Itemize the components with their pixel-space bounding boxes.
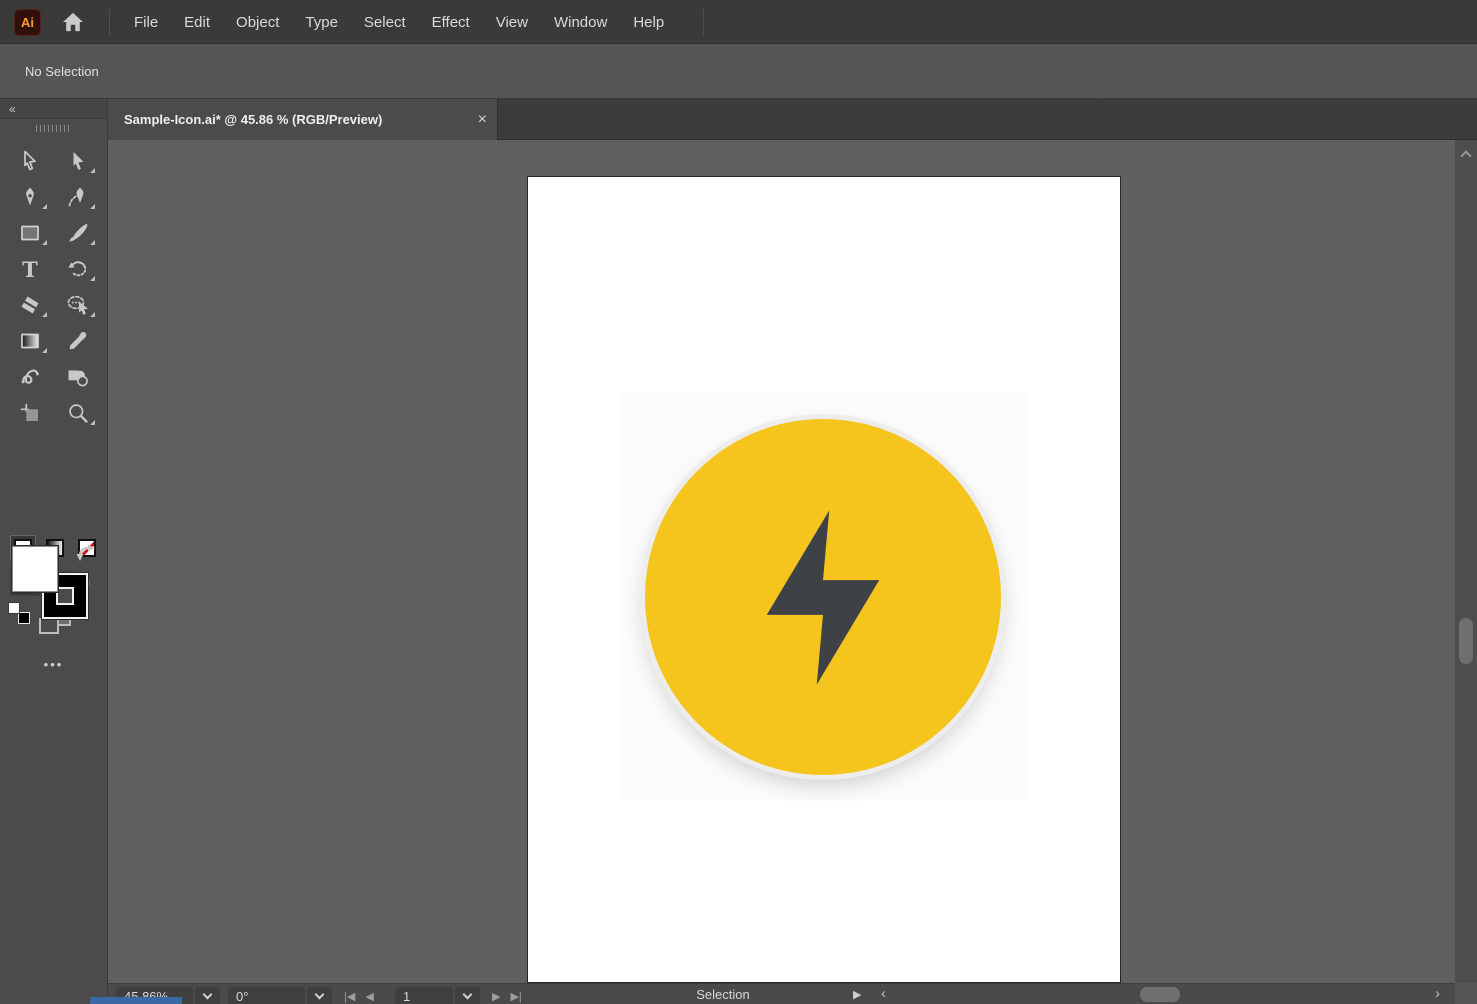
vertical-scroll-thumb[interactable] <box>1459 618 1473 664</box>
panel-drag-handle[interactable] <box>36 125 72 132</box>
document-tab-title: Sample-Icon.ai* @ 45.86 % (RGB/Preview) <box>124 112 382 127</box>
paintbrush-tool[interactable] <box>54 215 102 251</box>
rotation-field[interactable]: 0° <box>228 987 305 1004</box>
previous-artboard-icon[interactable]: ◀ <box>365 990 373 1003</box>
shape-builder-tool[interactable] <box>54 359 102 395</box>
edit-toolbar-button[interactable]: ••• <box>0 657 107 672</box>
menubar-separator <box>703 9 704 35</box>
tab-close-icon[interactable]: × <box>478 99 487 140</box>
artboard-tool[interactable] <box>6 395 54 431</box>
rotation-dropdown[interactable] <box>307 987 332 1004</box>
home-icon[interactable] <box>58 8 88 36</box>
last-artboard-icon[interactable]: ▶| <box>510 990 521 1003</box>
fill-indicator[interactable] <box>12 546 58 592</box>
default-fill-stroke-icon[interactable] <box>8 602 30 624</box>
artboard-number-field[interactable]: 1 <box>395 987 453 1004</box>
menu-select[interactable]: Select <box>364 14 406 31</box>
menu-file[interactable]: File <box>134 14 158 31</box>
horizontal-scroll-thumb[interactable] <box>1140 987 1180 1002</box>
status-display[interactable]: Selection <box>668 987 778 1002</box>
document-tab[interactable]: Sample-Icon.ai* @ 45.86 % (RGB/Preview) … <box>108 99 498 140</box>
curvature-tool[interactable] <box>54 179 102 215</box>
lightning-bolt-icon <box>767 510 880 684</box>
scrollbar-corner <box>1455 983 1477 1004</box>
menubar-separator <box>109 9 110 35</box>
illustrator-window: Ai File Edit Object Type Select Effect V… <box>0 0 1477 1004</box>
menu-object[interactable]: Object <box>236 14 279 31</box>
artboard-number-dropdown[interactable] <box>455 987 480 1004</box>
scroll-up-icon[interactable] <box>1455 142 1477 164</box>
status-menu-arrow-icon[interactable]: ▶ <box>853 988 861 1001</box>
menu-items: File Edit Object Type Select Effect View… <box>134 0 664 44</box>
menu-type[interactable]: Type <box>305 14 338 31</box>
first-artboard-icon[interactable]: |◀ <box>344 990 355 1003</box>
pen-tool[interactable] <box>6 179 54 215</box>
document-tab-bar: Sample-Icon.ai* @ 45.86 % (RGB/Preview) … <box>108 99 1477 140</box>
vertical-scrollbar[interactable] <box>1455 140 1477 1004</box>
hscroll-right-icon[interactable]: › <box>1435 985 1440 1002</box>
canvas-area[interactable] <box>108 140 1455 983</box>
menu-help[interactable]: Help <box>633 14 664 31</box>
rectangle-tool[interactable] <box>6 215 54 251</box>
zoom-level-dropdown[interactable] <box>195 987 220 1004</box>
rotate-tool[interactable] <box>54 251 102 287</box>
menu-edit[interactable]: Edit <box>184 14 210 31</box>
eraser-tool[interactable] <box>6 287 54 323</box>
tools-panel: « T <box>0 99 108 1004</box>
menu-view[interactable]: View <box>496 14 528 31</box>
artboard-navigation: |◀ ◀ <box>344 987 374 1004</box>
menu-effect[interactable]: Effect <box>432 14 470 31</box>
illustrator-logo-icon[interactable]: Ai <box>14 9 41 36</box>
hscroll-left-icon[interactable]: ‹ <box>881 985 886 1002</box>
eyedropper-tool[interactable] <box>54 323 102 359</box>
swap-fill-stroke-icon[interactable] <box>76 544 96 566</box>
selection-tool[interactable] <box>6 143 54 179</box>
type-tool[interactable]: T <box>6 251 54 287</box>
next-artboard-icon[interactable]: ▶ <box>492 990 500 1003</box>
lightning-badge-artwork[interactable] <box>645 419 1001 775</box>
zoom-tool[interactable] <box>54 395 102 431</box>
menu-bar: Ai File Edit Object Type Select Effect V… <box>0 0 1477 44</box>
collapse-panel-button[interactable]: « <box>0 99 107 119</box>
zoom-text-selection-highlight <box>90 997 182 1004</box>
artboard-navigation-next: ▶ ▶| <box>492 987 522 1004</box>
gradient-tool[interactable] <box>6 323 54 359</box>
control-bar: No Selection Stroke: 1 pt Uniform Touch … <box>0 44 1477 99</box>
selection-status-label: No Selection <box>25 44 99 99</box>
shaper-tool[interactable] <box>6 359 54 395</box>
rotate-view-tool[interactable] <box>54 287 102 323</box>
menu-window[interactable]: Window <box>554 14 607 31</box>
status-bar: 45.86% 0° |◀ ◀ 1 ▶ ▶| Selection ▶ ‹ › <box>108 983 1455 1004</box>
tool-grid: T <box>6 143 102 431</box>
direct-selection-tool[interactable] <box>54 143 102 179</box>
